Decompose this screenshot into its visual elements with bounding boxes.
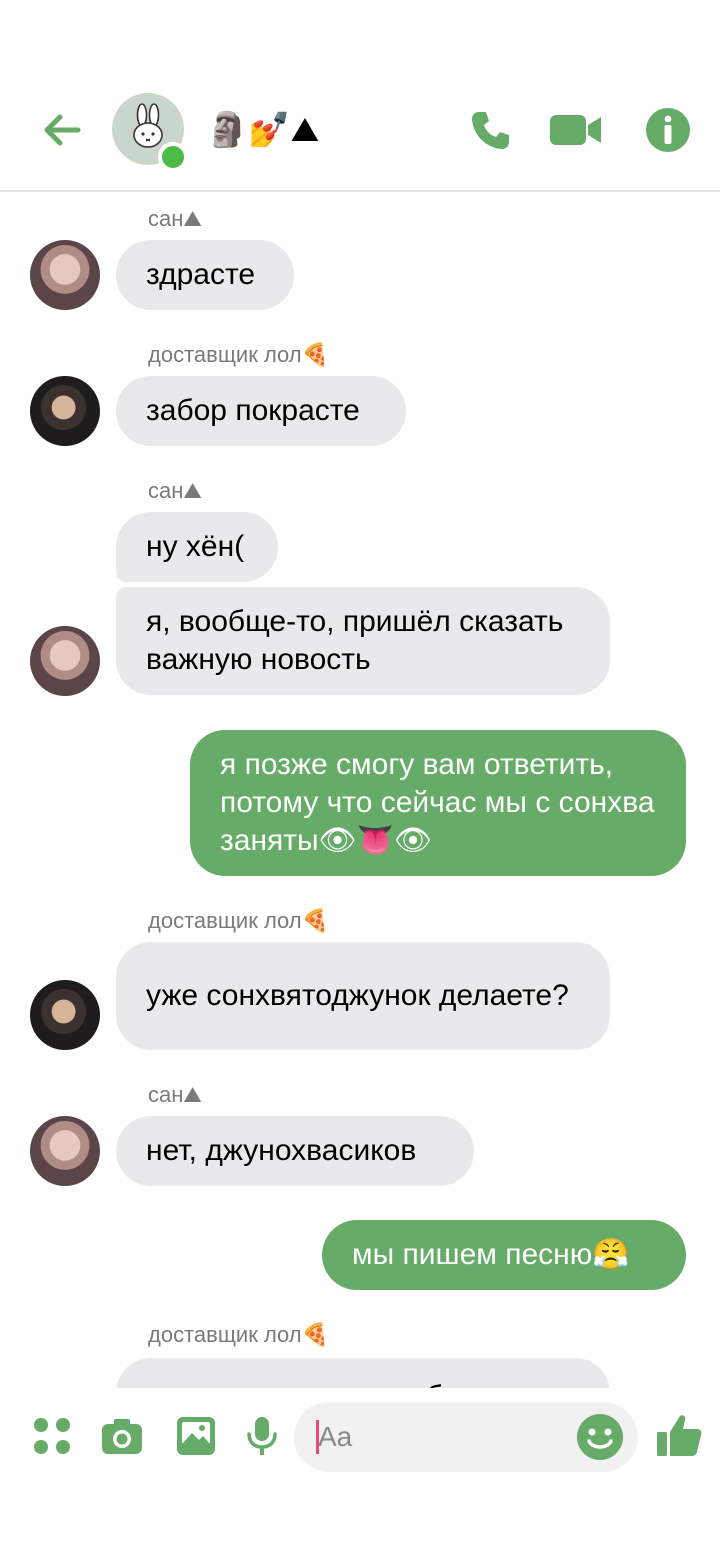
message-bubble[interactable]: ну хён( [116,512,278,582]
gallery-icon[interactable] [174,1414,218,1458]
message-bubble-outgoing[interactable]: мы пишем песню😤 [322,1220,686,1290]
message-bubble[interactable]: уже сонхвятоджунок делаете? [116,942,610,1050]
info-icon[interactable] [644,106,692,154]
sender-name: доставщик лол🍕 [148,1322,330,1347]
message-bubble[interactable]: забор покрасте [116,376,406,446]
avatar[interactable] [30,1116,100,1186]
microphone-icon[interactable] [240,1414,284,1458]
sender-name: сан⛰ [148,478,202,503]
camera-icon[interactable] [100,1414,144,1458]
sender-name: доставщик лол🍕 [148,342,330,367]
avatar[interactable] [30,240,100,310]
back-arrow-icon[interactable] [38,106,86,154]
chat-header: 🗿💅⛰ [0,0,720,192]
message-bubble[interactable]: здрасте [116,240,294,310]
phone-icon[interactable] [466,106,514,154]
avatar[interactable] [30,376,100,446]
avatar[interactable] [30,626,100,696]
emoji-icon[interactable] [576,1413,624,1461]
message-bubble[interactable]: я, вообще-то, пришёл сказать важную ново… [116,587,610,695]
message-bubble-outgoing[interactable]: я позже смогу вам ответить, потому что с… [190,730,686,876]
chat-title[interactable]: 🗿💅⛰ [206,108,319,152]
message-feed[interactable]: сан⛰ здрасте доставщик лол🍕 забор покрас… [0,192,720,1388]
online-status-dot [158,142,188,172]
sender-name: доставщик лол🍕 [148,908,330,933]
thumbs-up-icon[interactable] [654,1410,704,1460]
video-camera-icon[interactable] [548,106,604,154]
message-input-placeholder: Aa [318,1421,353,1452]
message-bubble[interactable]: нет, джунохвасиков [116,1116,474,1186]
sender-name: сан⛰ [148,1082,202,1107]
sender-name: сан⛰ [148,206,202,231]
avatar[interactable] [30,980,100,1050]
apps-grid-icon[interactable] [30,1414,74,1458]
message-bubble[interactable]: не припоминаю, чтобы ты [116,1358,610,1388]
